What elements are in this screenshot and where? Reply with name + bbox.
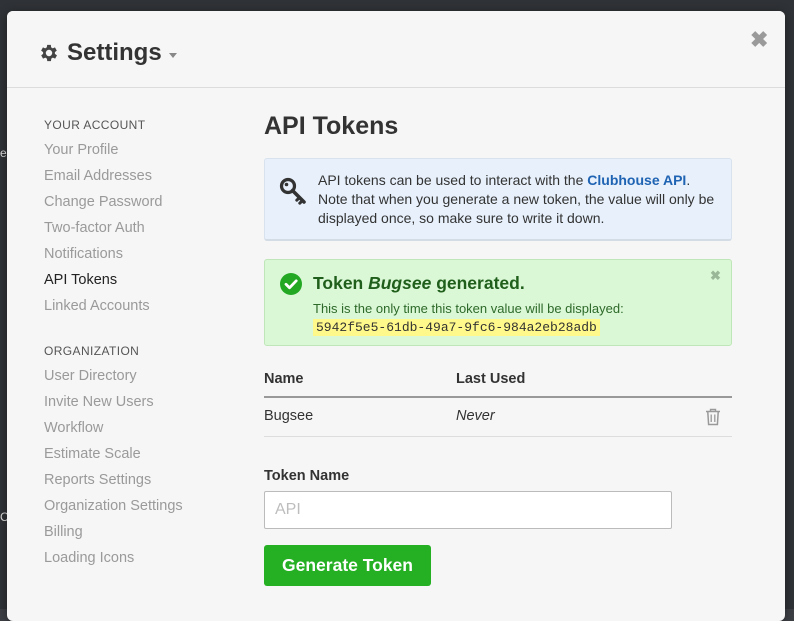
last-used-cell: Never <box>456 408 495 424</box>
chevron-down-icon <box>168 52 177 58</box>
token-name-label: Token Name <box>264 468 350 484</box>
settings-modal: Settings ✖ YOUR ACCOUNT Your Profile Ema… <box>7 11 785 621</box>
page-title: Settings <box>67 39 162 66</box>
main-content: API Tokens API tokens can be used to int… <box>264 107 732 586</box>
sidebar-item-invite-new-users[interactable]: Invite New Users <box>44 389 234 415</box>
sidebar-item-two-factor-auth[interactable]: Two-factor Auth <box>44 215 234 241</box>
section-title: API Tokens <box>264 112 399 140</box>
dismiss-icon[interactable]: ✖ <box>710 268 721 284</box>
section-heading-organization: ORGANIZATION <box>44 344 140 358</box>
trash-icon[interactable] <box>705 408 721 426</box>
success-token-name: Bugsee <box>368 273 432 293</box>
sidebar-item-workflow[interactable]: Workflow <box>44 415 234 441</box>
info-text-before: API tokens can be used to interact with … <box>318 172 588 188</box>
sidebar-item-estimate-scale[interactable]: Estimate Scale <box>44 441 234 467</box>
sidebar-item-your-profile[interactable]: Your Profile <box>44 137 234 163</box>
column-header-last-used: Last Used <box>456 371 526 387</box>
success-subtitle: This is the only time this token value w… <box>313 301 624 316</box>
success-title: Token Bugsee generated. <box>313 273 525 294</box>
background-text-fragment: e <box>0 146 7 160</box>
info-text: API tokens can be used to interact with … <box>318 171 718 228</box>
check-circle-icon <box>280 273 302 295</box>
sidebar-item-user-directory[interactable]: User Directory <box>44 363 234 389</box>
settings-menu-trigger[interactable]: Settings <box>38 39 177 67</box>
section-heading-your-account: YOUR ACCOUNT <box>44 118 146 132</box>
sidebar-item-notifications[interactable]: Notifications <box>44 241 234 267</box>
token-name-input[interactable] <box>264 491 672 529</box>
tokens-table: Name Last Used Bugsee Never <box>264 369 732 437</box>
sidebar-item-email-addresses[interactable]: Email Addresses <box>44 163 234 189</box>
gear-icon <box>41 44 57 62</box>
table-header-row: Name Last Used <box>264 369 732 398</box>
clubhouse-api-link[interactable]: Clubhouse API <box>587 172 686 188</box>
success-title-prefix: Token <box>313 273 369 293</box>
key-icon <box>279 177 306 205</box>
settings-sidebar: YOUR ACCOUNT Your Profile Email Addresse… <box>44 117 234 571</box>
token-value[interactable]: 5942f5e5-61db-49a7-9fc6-984a2eb28adb <box>313 319 600 336</box>
table-row: Bugsee Never <box>264 398 732 437</box>
sidebar-item-billing[interactable]: Billing <box>44 519 234 545</box>
sidebar-item-organization-settings[interactable]: Organization Settings <box>44 493 234 519</box>
sidebar-item-change-password[interactable]: Change Password <box>44 189 234 215</box>
info-notice: API tokens can be used to interact with … <box>264 158 732 241</box>
success-notice: Token Bugsee generated. This is the only… <box>264 259 732 346</box>
token-name-cell: Bugsee <box>264 408 314 424</box>
sidebar-item-loading-icons[interactable]: Loading Icons <box>44 545 234 571</box>
generate-token-button[interactable]: Generate Token <box>264 545 431 586</box>
sidebar-item-api-tokens[interactable]: API Tokens <box>44 267 234 293</box>
modal-header: Settings ✖ <box>7 11 785 88</box>
sidebar-item-reports-settings[interactable]: Reports Settings <box>44 467 234 493</box>
close-icon[interactable]: ✖ <box>750 29 768 51</box>
column-header-name: Name <box>264 371 304 387</box>
success-title-suffix: generated. <box>431 273 525 293</box>
sidebar-item-linked-accounts[interactable]: Linked Accounts <box>44 293 234 319</box>
